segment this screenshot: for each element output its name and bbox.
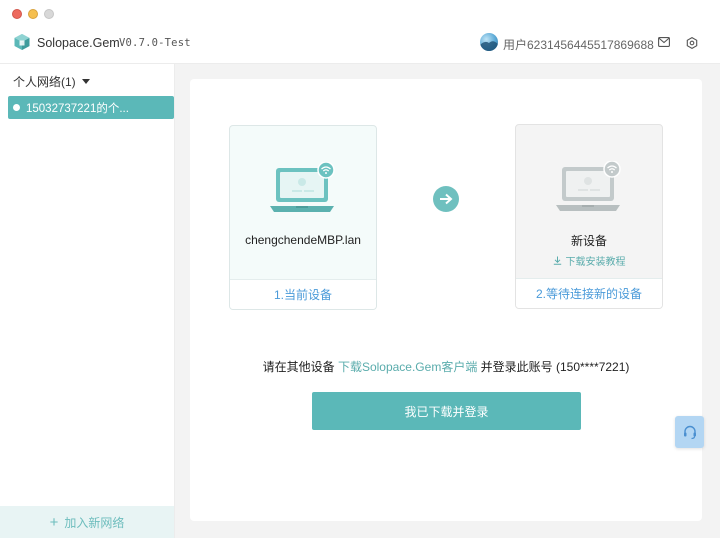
window-close-button[interactable] — [12, 9, 22, 19]
window-minimize-button[interactable] — [28, 9, 38, 19]
network-item-label: 15032737221的个... — [26, 102, 129, 115]
download-icon — [553, 256, 561, 265]
current-device-card: chengchendeMBP.lan 1.当前设备 — [229, 125, 377, 310]
new-device-card: 新设备 下载安装教程 2.等待连接新的设备 — [515, 124, 663, 309]
network-item[interactable]: 15032737221的个... — [8, 96, 174, 119]
instruction-text: 请在其他设备 下载Solopace.Gem客户端 并登录此账号 (150****… — [190, 358, 702, 375]
mail-icon[interactable] — [658, 37, 670, 47]
network-group-label: 个人网络(1) — [13, 75, 76, 89]
headset-icon — [683, 425, 696, 440]
support-button[interactable] — [675, 416, 704, 448]
app-logo-icon — [14, 34, 30, 50]
window-zoom-button[interactable] — [44, 9, 54, 19]
gear-icon[interactable] — [686, 37, 698, 49]
arrow-right-icon — [433, 186, 459, 212]
laptop-icon — [556, 161, 621, 211]
current-device-step: 1.当前设备 — [230, 279, 376, 309]
instruction-suffix: 并登录此账号 (150****7221) — [477, 360, 630, 374]
instruction-prefix: 请在其他设备 — [262, 360, 338, 374]
current-device-name: chengchendeMBP.lan — [245, 233, 361, 247]
download-tutorial-label: 下载安装教程 — [565, 257, 626, 268]
user-name[interactable]: 用户6231456445517869688 — [503, 36, 654, 53]
network-group-header[interactable]: 个人网络(1) — [13, 73, 90, 90]
laptop-icon — [270, 162, 335, 212]
wifi-icon — [603, 161, 621, 178]
plus-icon: + — [49, 513, 59, 531]
add-network-button[interactable]: + 加入新网络 — [0, 506, 174, 538]
app-version: V0.7.0-Test — [119, 37, 191, 49]
caret-down-icon — [81, 79, 90, 84]
downloaded-and-logged-in-button[interactable]: 我已下载并登录 — [312, 392, 581, 430]
status-dot — [13, 104, 20, 111]
new-device-name: 新设备 — [570, 234, 607, 248]
download-tutorial-link[interactable]: 下载安装教程 — [516, 253, 662, 268]
sidebar: 个人网络(1) 15032737221的个... + 加入新网络 — [0, 64, 175, 538]
avatar[interactable] — [480, 33, 498, 51]
add-network-label: 加入新网络 — [64, 515, 125, 530]
app-name: Solopace.Gem — [37, 36, 120, 50]
download-client-link[interactable]: 下载Solopace.Gem客户端 — [338, 360, 477, 374]
wifi-icon — [317, 162, 335, 179]
title-bar: Solopace.Gem V0.7.0-Test 用户6231456445517… — [0, 0, 720, 64]
new-device-step: 2.等待连接新的设备 — [516, 278, 662, 308]
